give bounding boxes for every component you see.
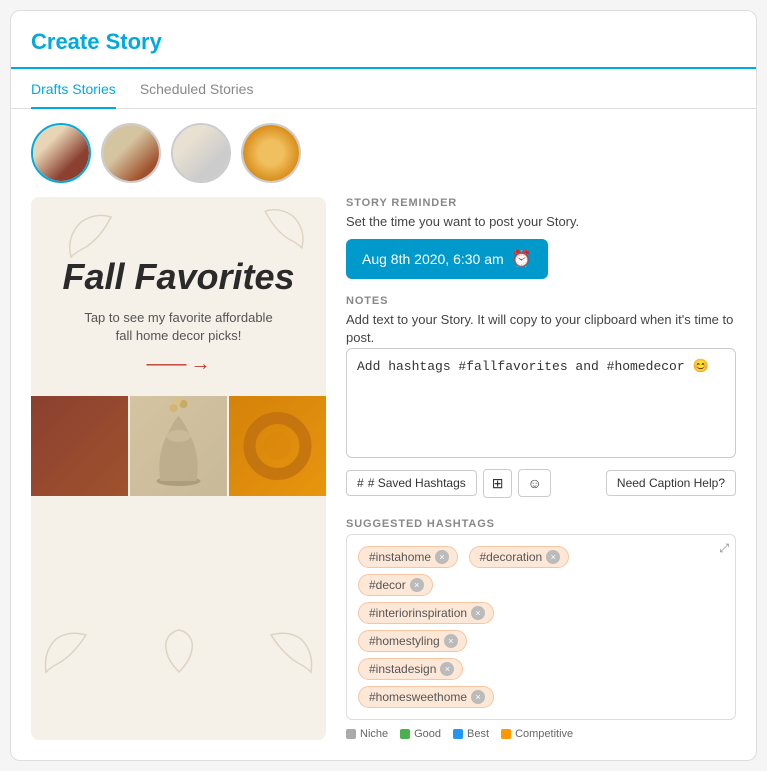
emoji-icon: ☺ [527,475,541,491]
niche-dot [346,729,356,739]
niche-label: Niche [360,728,388,740]
hashtag-row-2: #decor × [355,571,727,599]
remove-instadesign-button[interactable]: × [440,662,454,676]
reminder-label: STORY REMINDER [346,197,736,209]
thumbnail-1[interactable] [31,123,91,183]
hashtag-row-5: #instadesign × [355,655,727,683]
emoji-button[interactable]: ☺ [518,469,550,497]
remove-decor-button[interactable]: × [410,578,424,592]
hashtag-row-3: #interiorinspiration × [355,599,727,627]
remove-homesweethome-button[interactable]: × [471,690,485,704]
remove-homestyling-button[interactable]: × [444,634,458,648]
hashtags-label: SUGGESTED HASHTAGS [346,518,736,530]
notes-toolbar: # # Saved Hashtags ⊞ ☺ Need Caption Help… [346,469,736,498]
notes-section: NOTES Add text to your Story. It will co… [346,295,736,497]
main-content: Fall Favorites Tap to see my favorite af… [11,197,756,760]
story-subtitle: Tap to see my favorite affordablefall ho… [62,309,294,345]
hashtag-homesweethome[interactable]: #homesweethome × [358,686,494,708]
good-dot [400,729,410,739]
story-image-wreath [229,396,326,496]
hashtag-decor[interactable]: #decor × [358,574,433,596]
leaf-icon-bl [41,627,91,677]
page-title: Create Story [31,29,736,55]
story-image-rust [31,396,128,496]
tab-drafts-stories[interactable]: Drafts Stories [31,69,116,109]
tab-scheduled-stories[interactable]: Scheduled Stories [140,69,254,109]
hashtag-interiorinspiration[interactable]: #interiorinspiration × [358,602,494,624]
remove-interiorinspiration-button[interactable]: × [471,606,485,620]
image-insert-button[interactable]: ⊞ [483,469,513,498]
hashtag-instadesign[interactable]: #instadesign × [358,658,463,680]
notes-desc: Add text to your Story. It will copy to … [346,311,736,347]
saved-hashtags-button[interactable]: # # Saved Hashtags [346,470,477,496]
story-preview-panel: Fall Favorites Tap to see my favorite af… [31,197,326,740]
thumbnail-4[interactable] [241,123,301,183]
good-label: Good [414,728,441,740]
story-text-block: Fall Favorites Tap to see my favorite af… [42,197,314,386]
thumbnail-2[interactable] [101,123,161,183]
story-title: Fall Favorites [62,257,294,297]
hashtag-row-1: #instahome × #decoration × [355,543,727,571]
hashtags-section: SUGGESTED HASHTAGS ⤢ #instahome × #decor… [346,518,736,740]
story-thumbnails-row [11,109,756,197]
card-header: Create Story [11,11,756,69]
legend-good: Good [400,728,441,740]
hashtag-homestyling[interactable]: #homestyling × [358,630,467,652]
best-label: Best [467,728,489,740]
main-card: Create Story Drafts Stories Scheduled St… [10,10,757,761]
hashtag-instahome[interactable]: #instahome × [358,546,458,568]
story-arrow-icon: ——→ [62,353,294,376]
thumbnail-3[interactable] [171,123,231,183]
hashtag-icon: # [357,476,364,490]
notes-textarea[interactable]: Add hashtags #fallfavorites and #homedec… [346,348,736,458]
legend-niche: Niche [346,728,388,740]
image-icon: ⊞ [492,475,504,491]
hashtag-decoration[interactable]: #decoration × [469,546,570,568]
reminder-section: STORY REMINDER Set the time you want to … [346,197,736,279]
competitive-dot [501,729,511,739]
reminder-desc: Set the time you want to post your Story… [346,213,736,231]
competitive-label: Competitive [515,728,573,740]
best-dot [453,729,463,739]
legend: Niche Good Best Competitive [346,720,736,740]
remove-decoration-button[interactable]: × [546,550,560,564]
hashtag-row-4: #homestyling × [355,627,727,655]
clock-icon: ⏰ [512,249,532,269]
notes-label: NOTES [346,295,736,307]
story-images-grid [31,396,326,496]
caption-help-button[interactable]: Need Caption Help? [606,470,736,496]
legend-competitive: Competitive [501,728,573,740]
expand-icon[interactable]: ⤢ [719,541,729,556]
hashtag-row-6: #homesweethome × [355,683,727,711]
hashtags-container: ⤢ #instahome × #decoration × # [346,534,736,720]
tab-bar: Drafts Stories Scheduled Stories [11,69,756,109]
leaf-icon-bm [154,627,204,677]
right-panel: STORY REMINDER Set the time you want to … [346,197,736,740]
reminder-date: Aug 8th 2020, 6:30 am [362,251,504,267]
legend-best: Best [453,728,489,740]
story-image-vase [130,396,227,496]
leaf-icon-br [266,627,316,677]
reminder-button[interactable]: Aug 8th 2020, 6:30 am ⏰ [346,239,548,279]
remove-instahome-button[interactable]: × [435,550,449,564]
